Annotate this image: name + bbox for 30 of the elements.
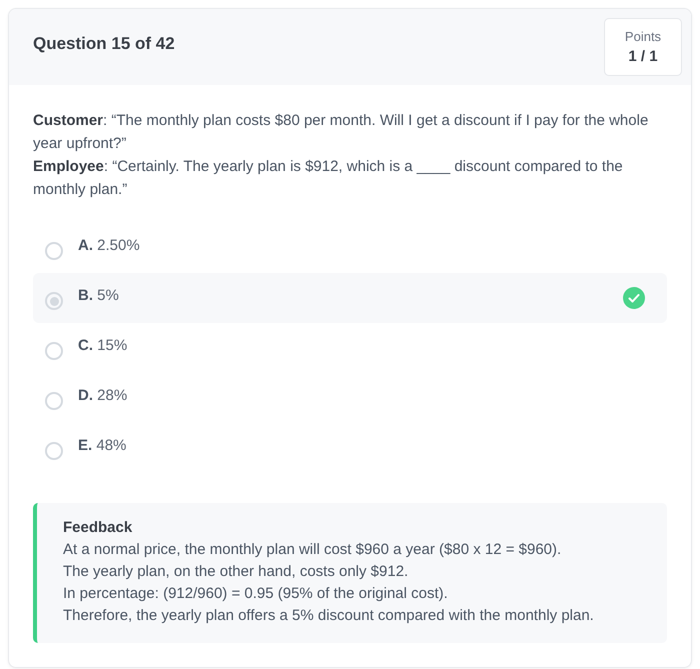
radio-button[interactable]: [45, 242, 63, 260]
answer-option[interactable]: A. 2.50%: [33, 223, 667, 273]
feedback-line: In percentage: (912/960) = 0.95 (95% of the original cost).: [63, 584, 449, 604]
option-letter: A.: [78, 236, 93, 254]
radio-button[interactable]: [45, 342, 63, 360]
option-letter: E.: [78, 436, 92, 454]
option-text: 5%: [97, 286, 119, 304]
points-value: 1 / 1: [628, 48, 658, 65]
answer-option[interactable]: C. 15%: [33, 323, 667, 373]
feedback-line: At a normal price, the monthly plan will cost $960 a year ($80 x 12 = $960).: [63, 540, 562, 560]
radio-button[interactable]: [45, 392, 63, 410]
option-letter: D.: [78, 386, 93, 404]
option-text: 48%: [96, 436, 126, 454]
radio-button[interactable]: [45, 442, 63, 460]
option-letter: B.: [78, 286, 93, 304]
option-text: 2.50%: [97, 236, 140, 254]
option-text: 28%: [97, 386, 128, 404]
answer-option[interactable]: E. 48%: [33, 423, 667, 473]
answer-option[interactable]: D. 28%: [33, 373, 667, 423]
dialogue-line: Employee: “Certainly. The yearly plan is $912, which is a ____ discount compared to the monthly plan.”: [33, 157, 624, 200]
option-text: 15%: [97, 336, 128, 354]
points-label: Points: [624, 29, 662, 44]
feedback-line: The yearly plan, on the other hand, costs only $912.: [63, 562, 410, 582]
radio-button[interactable]: [45, 292, 63, 310]
option-letter: C.: [78, 336, 93, 354]
question-title: Question 15 of 42: [33, 34, 175, 54]
dialogue-line: Customer: “The monthly plan costs $80 per month. Will I get a discount if I pay for the whole year upfront?”: [33, 111, 650, 154]
answer-option[interactable]: B. 5%: [33, 273, 667, 323]
feedback-title: Feedback: [63, 518, 134, 538]
feedback-line: Therefore, the yearly plan offers a 5% discount compared with the monthly plan.: [63, 606, 595, 626]
